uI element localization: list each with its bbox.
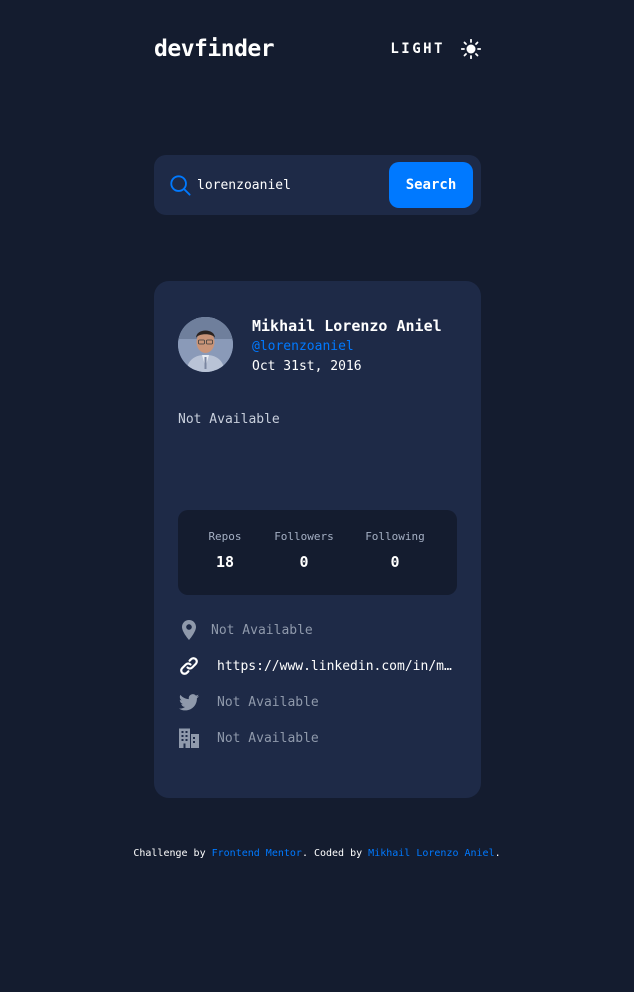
- search-icon: [170, 175, 191, 196]
- avatar: [178, 317, 233, 372]
- website-link[interactable]: https://www.linkedin.com/in/m…: [217, 659, 457, 674]
- profile-login-link[interactable]: @lorenzoaniel: [252, 339, 354, 354]
- stat-label: Following: [365, 530, 425, 543]
- stat-label: Repos: [208, 530, 242, 543]
- link-icon: [178, 655, 200, 677]
- company-row: Not Available: [178, 726, 468, 750]
- location-row: Not Available: [178, 618, 468, 642]
- footer-middle: . Coded by: [301, 848, 369, 859]
- twitter-icon: [178, 691, 200, 713]
- company-text: Not Available: [217, 730, 319, 746]
- stat-value: 0: [299, 553, 309, 571]
- stat-label: Followers: [274, 530, 334, 543]
- stat-repos: Repos 18: [185, 530, 265, 571]
- footer-prefix: Challenge by: [133, 848, 212, 859]
- location-text: Not Available: [211, 622, 313, 638]
- stat-followers: Followers 0: [264, 530, 344, 571]
- footer-suffix: .: [494, 848, 501, 859]
- app-logo: devfinder: [154, 36, 275, 62]
- footer: Challenge by Frontend Mentor. Coded by M…: [0, 848, 634, 859]
- stats-panel: Repos 18 Followers 0 Following 0: [178, 510, 457, 595]
- stat-value: 0: [390, 553, 400, 571]
- location-pin-icon: [178, 619, 200, 641]
- profile-card: Mikhail Lorenzo Aniel @lorenzoaniel Oct …: [154, 281, 481, 798]
- avatar-image: [178, 317, 233, 372]
- sun-icon: [461, 39, 481, 59]
- theme-toggle-label: LIGHT: [390, 41, 445, 57]
- search-bar: Search: [154, 155, 481, 215]
- stat-value: 18: [215, 553, 235, 571]
- twitter-row: Not Available: [178, 690, 468, 714]
- website-row: https://www.linkedin.com/in/m…: [178, 654, 468, 678]
- search-input[interactable]: [197, 173, 377, 197]
- profile-bio: Not Available: [178, 412, 280, 427]
- profile-name: Mikhail Lorenzo Aniel: [252, 317, 442, 335]
- search-button[interactable]: Search: [389, 162, 473, 208]
- joined-date: Oct 31st, 2016: [252, 359, 362, 374]
- building-icon: [178, 727, 200, 749]
- frontend-mentor-link[interactable]: Frontend Mentor: [212, 848, 302, 859]
- twitter-text: Not Available: [217, 694, 319, 710]
- author-link[interactable]: Mikhail Lorenzo Aniel: [368, 848, 494, 859]
- theme-toggle[interactable]: LIGHT: [390, 39, 481, 59]
- stat-following: Following 0: [355, 530, 435, 571]
- header: devfinder LIGHT: [154, 36, 481, 66]
